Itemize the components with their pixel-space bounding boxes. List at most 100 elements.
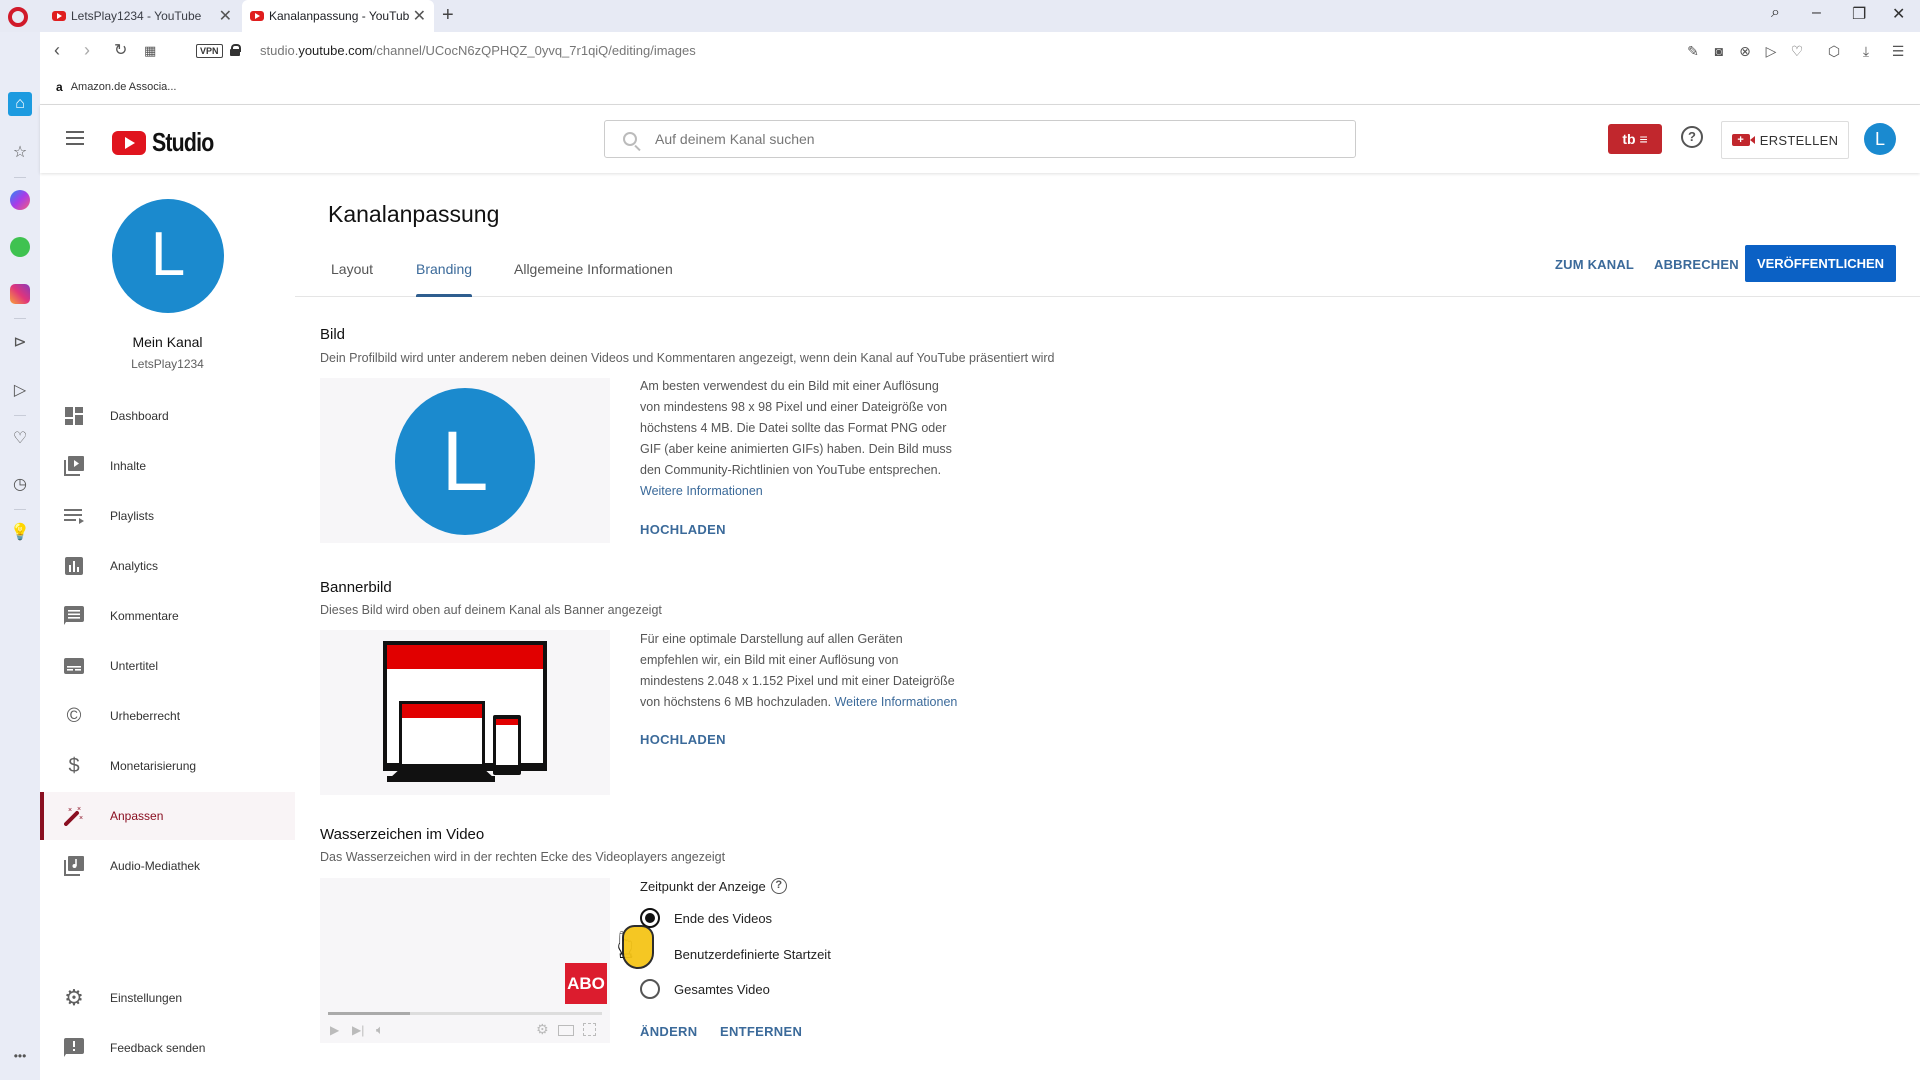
picture-more-info-link[interactable]: Weitere Informationen bbox=[640, 481, 952, 502]
sidebar-item-customize[interactable]: × × × Anpassen bbox=[40, 792, 295, 840]
bookmark-item[interactable]: a Amazon.de Associa... bbox=[56, 80, 176, 94]
tab-layout[interactable]: Layout bbox=[331, 253, 373, 297]
close-tab-icon[interactable]: ✕ bbox=[219, 6, 232, 26]
help-icon[interactable]: ? bbox=[1681, 126, 1703, 148]
picture-info-text: Am besten verwendest du ein Bild mit ein… bbox=[640, 376, 952, 502]
tubebuddy-button[interactable]: tb ≡ bbox=[1608, 124, 1662, 154]
sidebar-item-audio-library[interactable]: Audio-Mediathek bbox=[40, 842, 295, 890]
watermark-badge: ABO bbox=[565, 963, 607, 1004]
cancel-button[interactable]: ABBRECHEN bbox=[1654, 257, 1739, 272]
tab-search-icon[interactable]: ⌕ bbox=[1771, 4, 1780, 22]
send-icon[interactable]: ▷ bbox=[1763, 43, 1779, 59]
magic-wand-icon: × × × bbox=[64, 806, 84, 826]
publish-button[interactable]: VERÖFFENTLICHEN bbox=[1745, 245, 1896, 282]
lock-icon[interactable] bbox=[230, 44, 241, 56]
reload-button[interactable]: ↻ bbox=[114, 40, 127, 60]
new-tab-button[interactable]: + bbox=[442, 4, 454, 27]
picture-upload-button[interactable]: HOCHLADEN bbox=[640, 522, 726, 537]
youtube-play-icon bbox=[112, 130, 146, 155]
search-input[interactable] bbox=[655, 131, 1355, 147]
radio-custom-start-time[interactable]: Benutzerdefinierte Startzeit bbox=[640, 944, 831, 964]
sidebar-item-comments[interactable]: Kommentare bbox=[40, 592, 295, 640]
sidebar-divider bbox=[14, 318, 26, 319]
tips-lightbulb-icon[interactable]: 💡 bbox=[8, 520, 32, 544]
section-desc-picture: Dein Profilbild wird unter anderem neben… bbox=[320, 351, 1055, 365]
download-icon[interactable]: ⤓ bbox=[1858, 43, 1874, 59]
heart-icon[interactable]: ♡ bbox=[8, 426, 32, 450]
bookmark-label: Amazon.de Associa... bbox=[70, 81, 177, 93]
player-progress-fill bbox=[328, 1012, 411, 1015]
banner-info-text: Für eine optimale Darstellung auf allen … bbox=[640, 629, 957, 713]
gear-icon: ⚙ bbox=[64, 985, 84, 1010]
star-icon[interactable]: ☆ bbox=[8, 140, 32, 164]
sidebar-item-label: Playlists bbox=[110, 509, 155, 523]
player-icon[interactable]: ⊳ bbox=[8, 330, 32, 354]
close-tab-icon[interactable]: ✕ bbox=[413, 6, 426, 26]
studio-logo[interactable]: Studio bbox=[112, 127, 227, 158]
sidebar-item-analytics[interactable]: Analytics bbox=[40, 542, 295, 590]
studio-sidebar: L Mein Kanal LetsPlay1234 Dashboard Inha… bbox=[40, 173, 295, 1080]
hamburger-menu-icon[interactable] bbox=[66, 131, 84, 145]
create-button[interactable]: + ERSTELLEN bbox=[1721, 121, 1849, 159]
home-icon[interactable]: ⌂ bbox=[8, 92, 32, 116]
banner-more-info-link[interactable]: Weitere Informationen bbox=[835, 695, 958, 709]
radio-end-of-video[interactable]: Ende des Videos bbox=[640, 908, 772, 928]
svg-text:×: × bbox=[68, 807, 72, 814]
speed-dial-icon[interactable]: ▦ bbox=[144, 43, 156, 59]
watermark-remove-button[interactable]: ENTFERNEN bbox=[720, 1024, 802, 1039]
vpn-badge[interactable]: VPN bbox=[196, 44, 223, 58]
banner-preview bbox=[320, 630, 610, 795]
sidebar-item-playlists[interactable]: Playlists bbox=[40, 492, 295, 540]
tab-branding[interactable]: Branding bbox=[416, 253, 473, 297]
info-line: empfehlen wir, ein Bild mit einer Auflös… bbox=[640, 653, 899, 667]
playlist-icon bbox=[64, 506, 84, 526]
messenger-icon[interactable] bbox=[8, 188, 32, 212]
cube-icon[interactable]: ⬡ bbox=[1826, 43, 1842, 59]
profile-picture-preview: L bbox=[320, 378, 610, 543]
browser-tab[interactable]: LetsPlay1234 - YouTube ✕ bbox=[44, 0, 240, 32]
channel-search[interactable] bbox=[604, 120, 1356, 158]
opera-menu-icon[interactable] bbox=[8, 7, 28, 27]
radio-entire-video[interactable]: Gesamtes Video bbox=[640, 979, 770, 999]
info-line: von mindestens 98 x 98 Pixel und einer D… bbox=[640, 400, 948, 414]
sidebar-item-dashboard[interactable]: Dashboard bbox=[40, 392, 295, 440]
instagram-icon[interactable] bbox=[8, 282, 32, 306]
info-line: mindestens 2.048 x 1.152 Pixel und mit e… bbox=[640, 674, 955, 688]
help-icon[interactable]: ? bbox=[770, 878, 787, 894]
restore-button[interactable]: ❐ bbox=[1852, 4, 1866, 24]
back-button[interactable]: ‹ bbox=[54, 40, 60, 61]
player-progress-track[interactable] bbox=[328, 1012, 602, 1015]
sidebar-item-feedback[interactable]: Feedback senden bbox=[40, 1024, 295, 1072]
whatsapp-icon[interactable] bbox=[8, 235, 32, 259]
sidebar-item-settings[interactable]: ⚙ Einstellungen bbox=[40, 974, 295, 1022]
sidebar-item-content[interactable]: Inhalte bbox=[40, 442, 295, 490]
sidebar-item-copyright[interactable]: © Urheberrecht bbox=[40, 692, 295, 740]
heart-icon[interactable]: ♡ bbox=[1789, 43, 1805, 59]
sidebar-item-subtitles[interactable]: Untertitel bbox=[40, 642, 295, 690]
more-icon[interactable]: ••• bbox=[8, 1044, 32, 1068]
forward-button[interactable]: › bbox=[84, 40, 90, 61]
browser-tab-active[interactable]: Kanalanpassung - YouTube ✕ bbox=[242, 0, 434, 32]
sidebar-item-monetization[interactable]: $ Monetarisierung bbox=[40, 742, 295, 790]
watermark-change-button[interactable]: ÄNDERN bbox=[640, 1024, 697, 1039]
url-field[interactable]: studio.youtube.com/channel/UCocN6zQPHQZ_… bbox=[260, 43, 696, 58]
send-icon[interactable]: ▷ bbox=[8, 378, 32, 402]
create-label: ERSTELLEN bbox=[1759, 132, 1839, 148]
easy-setup-icon[interactable]: ☰ bbox=[1890, 43, 1906, 59]
next-icon: ▶| bbox=[352, 1023, 365, 1037]
history-icon[interactable]: ◷ bbox=[8, 472, 32, 496]
banner-upload-button[interactable]: HOCHLADEN bbox=[640, 732, 726, 747]
sidebar-item-label: Anpassen bbox=[110, 809, 164, 823]
tab-general-info[interactable]: Allgemeine Informationen bbox=[514, 253, 673, 297]
snapshot-edit-icon[interactable]: ✎ bbox=[1685, 43, 1701, 59]
adblock-icon[interactable]: ⊗ bbox=[1737, 43, 1753, 59]
minimize-button[interactable]: – bbox=[1812, 4, 1821, 22]
section-title-picture: Bild bbox=[320, 326, 346, 343]
camera-icon[interactable]: ◙ bbox=[1711, 43, 1727, 59]
close-window-button[interactable]: ✕ bbox=[1892, 4, 1905, 24]
account-avatar[interactable]: L bbox=[1864, 123, 1896, 155]
radio-button[interactable] bbox=[640, 979, 660, 999]
browser-tab-title: LetsPlay1234 - YouTube bbox=[71, 9, 202, 23]
channel-avatar[interactable]: L bbox=[112, 199, 224, 313]
to-channel-button[interactable]: ZUM KANAL bbox=[1555, 257, 1634, 272]
